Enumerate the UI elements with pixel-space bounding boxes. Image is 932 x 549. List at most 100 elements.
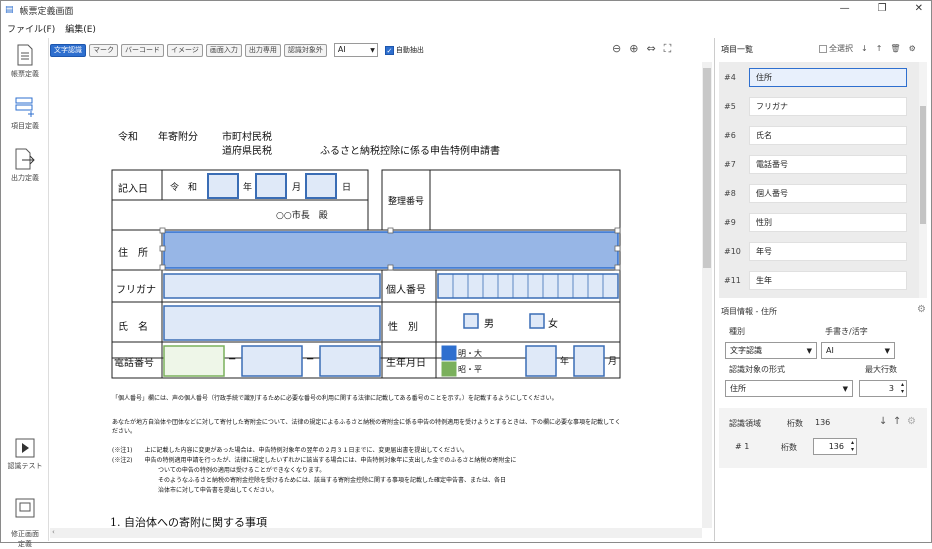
list-add-icon — [15, 97, 34, 117]
doc-section-heading: 1. 自治体への寄附に関する事項 — [110, 516, 267, 528]
item-number: #4 — [724, 72, 736, 82]
fit-width-icon[interactable]: ⇔ — [646, 42, 655, 56]
menu-file[interactable]: ファイル(F) — [7, 22, 55, 35]
list-item[interactable]: #10 年号 — [719, 238, 919, 264]
move-up-icon[interactable]: ↑ — [876, 44, 883, 53]
list-item[interactable]: #8 個人番号 — [719, 180, 919, 206]
document-canvas[interactable]: 令和 年寄附分 市町村民税 道府県民税 ふるさと納税控除に係る申告特例申請書 記… — [50, 62, 702, 528]
region-down-icon[interactable]: ↓ — [879, 416, 887, 427]
region-up-icon[interactable]: ↑ — [893, 416, 901, 427]
doc-birthdate-label: 生年月日 — [386, 358, 426, 369]
item-name: 性別 — [749, 212, 907, 232]
doc-furigana-label: フリガナ — [116, 285, 156, 296]
doc-reiwa-label: 令 和 — [170, 183, 198, 193]
properties-settings-icon[interactable]: ⚙ — [917, 304, 926, 315]
item-name: 個人番号 — [749, 183, 907, 203]
item-number: #5 — [724, 101, 736, 111]
nav-correction-screen[interactable]: 修正画面 定義 — [1, 490, 49, 549]
doc-dash-1: − — [228, 354, 237, 365]
play-icon — [15, 438, 35, 458]
region-label: 認識領域 — [729, 419, 761, 428]
nav-output-definition[interactable]: 出力定義 — [1, 148, 49, 183]
document-horizontal-scrollbar[interactable]: ‹ — [50, 528, 702, 538]
doc-note-2d: 治体市に対して申告書を提出してください。 — [158, 487, 278, 494]
item-name: 年号 — [749, 241, 907, 261]
nav-recognition-test[interactable]: 認識テスト — [1, 438, 49, 471]
hand-label: 手書き/活字 — [825, 327, 868, 336]
doc-city-tax: 市町村民税 — [222, 132, 272, 143]
doc-note-mynumber: 「個人番号」欄には、声の個人番号（行政手続で識別するために必要な番号の利用に関す… — [112, 395, 558, 402]
doc-mynumber-label: 個人番号 — [386, 285, 426, 296]
field-type-toolbar: 文字認識 マーク バーコード イメージ 画面入力 出力専用 認識対象外 AI ✓… — [50, 40, 700, 60]
region-row-digits-label: 桁数 — [781, 443, 797, 452]
doc-era-showa-heisei: 昭・平 — [458, 365, 482, 374]
delete-icon[interactable]: 🗑 — [890, 44, 900, 53]
item-list: #4 住所 #5 フリガナ #6 氏名 #7 電話番号 #8 個人番号 #9 性別 #10 年… — [719, 62, 919, 298]
doc-form-title: ふるさと納税控除に係る申告特例申請書 — [320, 146, 500, 157]
list-item[interactable]: #5 フリガナ — [719, 93, 919, 119]
digits-label: 桁数 — [787, 419, 803, 428]
doc-note-2b: ついての申告の特例の適用は受けることができなくなります。 — [158, 467, 326, 474]
minimize-button[interactable]: — — [840, 3, 850, 14]
doc-note-2: (※注2) 申告の特例適用申請を行ったが、法律に規定したいずれかに該当する場合に… — [112, 457, 517, 464]
nav-item-definition[interactable]: 項目定義 — [1, 96, 49, 131]
format-label: 認識対象の形式 — [729, 365, 785, 374]
doc-reference-number-label: 整理番号 — [388, 197, 425, 207]
item-number: #8 — [724, 188, 736, 198]
doc-entry-date-label: 記入日 — [118, 184, 148, 195]
menu-edit[interactable]: 編集(E) — [65, 22, 96, 35]
mark-button[interactable]: マーク — [89, 43, 118, 57]
output-only-button[interactable]: 出力専用 — [244, 43, 281, 57]
scrollbar-thumb[interactable] — [703, 68, 711, 268]
doc-month-label: 月 — [292, 183, 302, 193]
title-bar: ▤ 帳票定義画面 — ❐ ✕ — [1, 1, 931, 19]
move-down-icon[interactable]: ↓ — [861, 44, 868, 53]
doc-birth-month-label: 月 — [608, 357, 618, 367]
max-rows-stepper[interactable]: 3 — [859, 380, 907, 397]
max-rows-label: 最大行数 — [865, 365, 897, 374]
barcode-button[interactable]: バーコード — [121, 43, 164, 57]
text-recognition-button[interactable]: 文字認識 — [50, 43, 86, 57]
nav-form-definition[interactable]: 帳票定義 — [1, 44, 49, 79]
list-item[interactable]: #7 電話番号 — [719, 151, 919, 177]
document-vertical-scrollbar[interactable] — [702, 62, 712, 528]
settings-icon[interactable]: ⚙ — [909, 44, 916, 53]
engine-select[interactable]: AI — [333, 43, 378, 57]
checkbox-checked-icon: ✓ — [384, 45, 394, 55]
scrollbar-thumb[interactable] — [920, 106, 926, 224]
list-item[interactable]: #9 性別 — [719, 209, 919, 235]
format-select[interactable]: 住所 — [725, 380, 853, 397]
menu-bar: ファイル(F) 編集(E) — [1, 19, 931, 37]
zoom-in-icon[interactable]: ⊕ — [629, 42, 638, 56]
auto-extract-checkbox[interactable]: ✓ 自動抽出 — [384, 45, 424, 55]
region-digits-stepper[interactable]: 136 — [813, 438, 857, 455]
zoom-out-icon[interactable]: ⊖ — [612, 42, 621, 56]
exclude-button[interactable]: 認識対象外 — [283, 43, 327, 57]
hand-select[interactable]: AI — [821, 342, 895, 359]
maximize-button[interactable]: ❐ — [878, 3, 887, 14]
list-item[interactable]: #11 生年 — [719, 267, 919, 293]
item-name: 住所 — [749, 67, 907, 87]
screen-input-button[interactable]: 画面入力 — [205, 43, 242, 57]
doc-day-label: 日 — [342, 183, 352, 193]
item-name: 氏名 — [749, 125, 907, 145]
nav-label: 項目定義 — [11, 122, 39, 130]
image-button[interactable]: イメージ — [167, 43, 203, 57]
window-icon — [15, 498, 35, 518]
select-all-checkbox[interactable]: 全選択 — [819, 43, 853, 54]
scroll-left-icon[interactable]: ‹ — [52, 528, 55, 536]
item-list-scrollbar[interactable] — [919, 62, 927, 298]
close-button[interactable]: ✕ — [915, 3, 923, 14]
fit-page-icon[interactable]: ⛶ — [664, 42, 672, 56]
type-select[interactable]: 文字認識 — [725, 342, 817, 359]
list-item[interactable]: #4 住所 — [719, 64, 919, 90]
item-properties: 項目情報 - 住所 ⚙ 種別 手書き/活字 文字認識 AI 認識対象の形式 最大… — [715, 304, 932, 541]
doc-reiwa: 令和 — [118, 132, 138, 143]
type-label: 種別 — [729, 327, 745, 336]
list-item[interactable]: #6 氏名 — [719, 122, 919, 148]
zoom-controls: ⊖ ⊕ ⇔ ⛶ — [612, 42, 671, 56]
item-name: フリガナ — [749, 96, 907, 116]
nav-label: 認識テスト — [7, 462, 43, 470]
select-all-label: 全選択 — [829, 44, 853, 53]
region-settings-icon[interactable]: ⚙ — [907, 416, 916, 427]
